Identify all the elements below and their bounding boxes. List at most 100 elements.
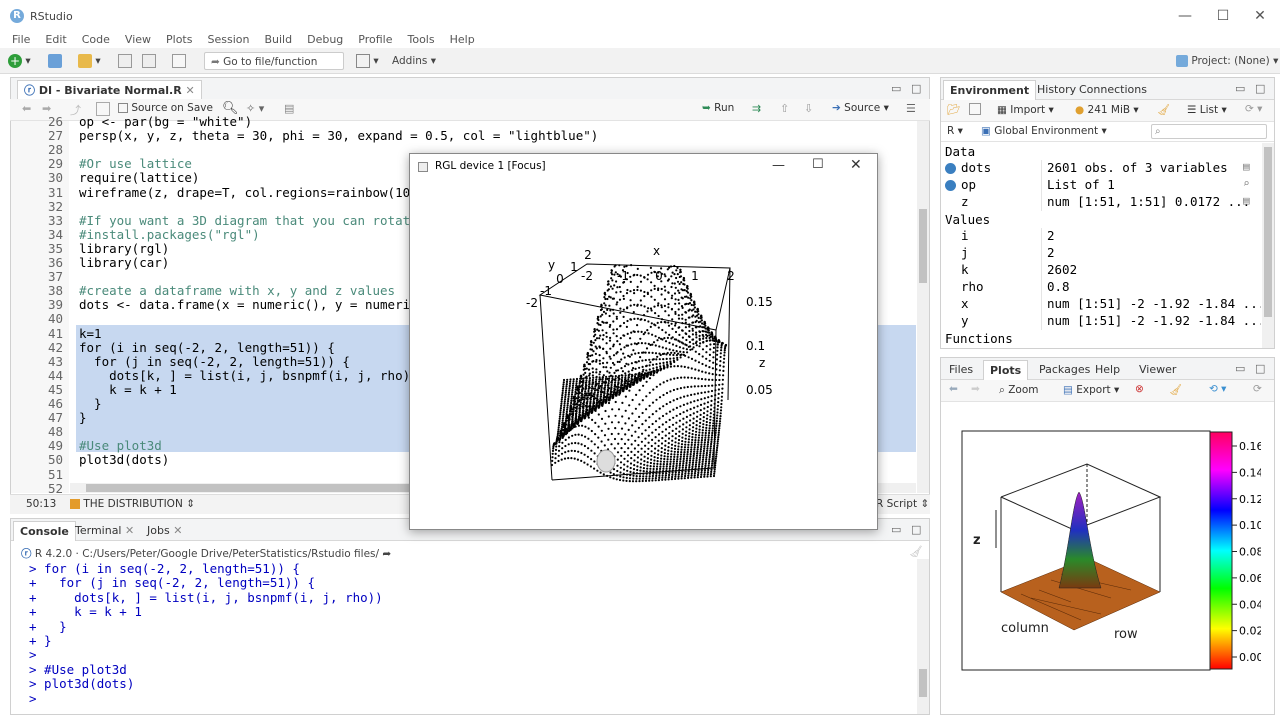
tab-packages[interactable]: Packages	[1033, 360, 1096, 380]
clear-plots-icon[interactable]: 🧹︎	[1169, 383, 1182, 396]
scope-selector[interactable]: ▣ Global Environment ▾	[981, 125, 1107, 137]
tab-help[interactable]: Help	[1089, 360, 1126, 380]
files-minimize-icon[interactable]: ▭	[1235, 362, 1245, 375]
expand-icon[interactable]	[945, 163, 956, 174]
export-button[interactable]: ▤ Export ▾	[1063, 384, 1119, 396]
tab-jobs[interactable]: Jobs ✕	[141, 521, 188, 541]
tab-connections[interactable]: Connections	[1073, 80, 1153, 100]
maximize-button[interactable]: ☐	[1208, 6, 1238, 26]
save-all-button[interactable]	[142, 52, 156, 70]
console-minimize-icon[interactable]: ▭	[891, 523, 901, 536]
menu-code[interactable]: Code	[82, 33, 110, 46]
env-search-input[interactable]: ⌕	[1151, 124, 1267, 139]
close-tab-icon[interactable]: ✕	[186, 84, 195, 97]
broom-icon[interactable]: 🧹︎	[1157, 103, 1170, 116]
menu-plots[interactable]: Plots	[166, 33, 192, 46]
editor-hscroll-thumb[interactable]	[86, 484, 416, 492]
menu-edit[interactable]: Edit	[45, 33, 66, 46]
env-row-x[interactable]: x num [1:51] -2 -1.92 -1.84 ...	[941, 296, 1261, 313]
import-dataset-button[interactable]: ▦ Import ▾	[997, 104, 1054, 116]
prev-plot-icon[interactable]: ⬅	[949, 383, 958, 395]
new-project-button[interactable]	[48, 52, 62, 70]
rgl-device-window[interactable]: RGL device 1 [Focus] — ☐ ✕ x y z -2 -1 0 1 2…	[409, 153, 878, 530]
new-file-button[interactable]: + ▾	[8, 52, 31, 70]
env-row-dots[interactable]: dots 2601 obs. of 3 variables ▤	[941, 160, 1261, 177]
tab-files[interactable]: Files	[943, 360, 979, 380]
rgl-3d-scene[interactable]: x y z -2 -1 0 1 2 -2-1012 0.150.10.05	[410, 180, 877, 529]
section-navigator[interactable]: THE DISTRIBUTION ⇕	[70, 498, 195, 510]
menu-file[interactable]: File	[12, 33, 30, 46]
tab-viewer[interactable]: Viewer	[1133, 360, 1182, 380]
menu-tools[interactable]: Tools	[407, 33, 434, 46]
editor-vscrollbar[interactable]	[917, 121, 929, 493]
refresh-plot-icon[interactable]: ⟳	[1253, 383, 1262, 395]
tab-plots[interactable]: Plots	[983, 360, 1029, 380]
rgl-point	[581, 424, 584, 427]
view-table-icon[interactable]: ▤	[1243, 160, 1250, 173]
env-row-y[interactable]: y num [1:51] -2 -1.92 -1.84 ...	[941, 313, 1261, 330]
files-maximize-icon[interactable]: □	[1255, 362, 1265, 375]
env-section-values[interactable]: Values	[945, 212, 990, 227]
console-vscrollbar[interactable]	[917, 559, 929, 714]
next-plot-icon[interactable]: ➡	[971, 383, 980, 395]
print-button[interactable]	[172, 52, 186, 70]
file-type-selector[interactable]: R Script ⇕	[876, 498, 929, 510]
menu-session[interactable]: Session	[207, 33, 249, 46]
grid-layout-button[interactable]: ▾	[356, 52, 379, 70]
source-on-save-checkbox[interactable]: Source on Save	[118, 102, 213, 114]
env-row-i[interactable]: i2	[941, 228, 1261, 245]
menu-help[interactable]: Help	[450, 33, 475, 46]
env-row-rho[interactable]: rho 0.8	[941, 279, 1261, 296]
refresh-env-icon[interactable]: ⟳ ▾	[1245, 103, 1262, 115]
run-button[interactable]: ➥ Run	[702, 102, 734, 114]
rgl-minimize-button[interactable]: —	[772, 158, 785, 173]
close-terminal-icon[interactable]: ✕	[125, 524, 134, 537]
console-maximize-icon[interactable]: □	[911, 523, 921, 536]
expand-icon[interactable]	[945, 180, 956, 191]
load-workspace-icon[interactable]: 📂︎	[947, 103, 960, 116]
env-vscrollbar[interactable]	[1262, 143, 1274, 348]
menu-build[interactable]: Build	[264, 33, 292, 46]
console-output[interactable]: > for (i in seq(-2, 2, length=51)) {+ fo…	[11, 559, 916, 711]
view-mode-button[interactable]: ☰ List ▾	[1187, 104, 1227, 116]
language-selector[interactable]: R ▾	[947, 125, 963, 137]
menu-debug[interactable]: Debug	[307, 33, 343, 46]
pane-maximize-icon[interactable]: □	[911, 82, 921, 95]
pane-minimize-icon[interactable]: ▭	[891, 82, 901, 95]
save-workspace-icon[interactable]	[969, 103, 981, 115]
open-file-button[interactable]: ▾	[78, 52, 101, 70]
view-table-icon[interactable]: ▤	[1243, 194, 1250, 207]
rgl-point	[681, 473, 684, 476]
close-button[interactable]: ✕	[1245, 6, 1275, 26]
env-row-k[interactable]: k 2602	[941, 262, 1261, 279]
source-button[interactable]: ➔ Source ▾	[832, 102, 889, 114]
minimize-button[interactable]: —	[1170, 6, 1200, 26]
inspect-icon[interactable]: ⌕	[1243, 177, 1250, 190]
env-section-functions[interactable]: Functions	[945, 331, 1013, 346]
addins-button[interactable]: Addins ▾	[392, 52, 436, 70]
zoom-button[interactable]: ⌕ Zoom	[999, 384, 1039, 397]
close-jobs-icon[interactable]: ✕	[173, 524, 182, 537]
env-section-data[interactable]: Data	[945, 144, 975, 159]
menu-view[interactable]: View	[125, 33, 151, 46]
goto-file-input[interactable]: ➦ Go to file/function	[204, 52, 344, 70]
editor-vscroll-thumb[interactable]	[919, 209, 927, 283]
tab-terminal[interactable]: Terminal ✕	[69, 521, 140, 541]
env-row-z[interactable]: z num [1:51, 1:51] 0.0172 ... ▤	[941, 194, 1261, 211]
publish-icon[interactable]: ⟲ ▾	[1209, 383, 1226, 395]
save-button[interactable]	[118, 52, 132, 70]
rgl-maximize-button[interactable]: ☐	[812, 157, 824, 172]
rgl-close-button[interactable]: ✕	[850, 157, 862, 173]
remove-plot-icon[interactable]: ⊗	[1135, 383, 1144, 395]
env-row-op[interactable]: op List of 1 ⌕	[941, 177, 1261, 194]
memory-usage-button[interactable]: ● 241 MiB ▾	[1075, 104, 1139, 116]
env-minimize-icon[interactable]: ▭	[1235, 82, 1245, 95]
menu-profile[interactable]: Profile	[358, 33, 392, 46]
tab-bivariate-normal[interactable]: ⓡ DI - Bivariate Normal.R ✕	[17, 80, 202, 100]
env-row-j[interactable]: j2	[941, 245, 1261, 262]
tab-console[interactable]: Console	[13, 521, 76, 541]
project-button[interactable]: Project: (None) ▾	[1176, 52, 1278, 70]
env-maximize-icon[interactable]: □	[1255, 82, 1265, 95]
clear-console-icon[interactable]: 🧹︎	[909, 545, 923, 558]
tab-environment[interactable]: Environment	[943, 80, 1037, 100]
